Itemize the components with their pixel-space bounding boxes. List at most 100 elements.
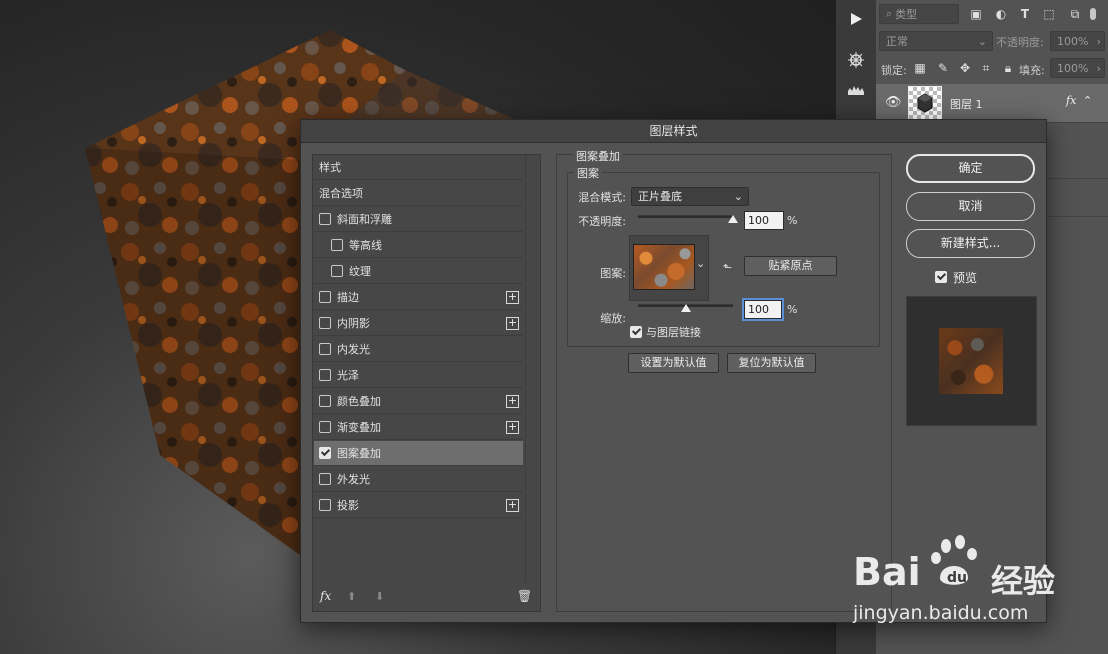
play-icon[interactable] <box>842 6 870 32</box>
style-item-label: 混合选项 <box>319 187 363 200</box>
style-item-checkbox[interactable] <box>319 499 331 511</box>
new-style-button[interactable]: 新建样式... <box>906 229 1035 258</box>
style-item-6[interactable]: 内阴影 + <box>314 311 523 336</box>
style-item-checkbox[interactable] <box>319 395 331 407</box>
style-item-label: 颜色叠加 <box>337 395 381 408</box>
chevron-down-icon: › <box>1096 61 1101 75</box>
lock-transparent-icon[interactable]: ▦ <box>913 61 927 75</box>
style-item-label: 等高线 <box>349 239 382 252</box>
fx-badge[interactable]: fx <box>1066 94 1076 107</box>
blend-mode-select[interactable]: 正片叠底 ⌄ <box>631 187 749 206</box>
preview-checkbox[interactable] <box>935 271 947 283</box>
style-list-scrollbar[interactable] <box>525 155 538 583</box>
add-effect-icon[interactable]: + <box>506 394 519 408</box>
cancel-button[interactable]: 取消 <box>906 192 1035 221</box>
lock-brush-icon[interactable]: ✎ <box>936 61 950 75</box>
kind-filter-dropdown[interactable]: ⌕ 类型 <box>879 4 959 24</box>
move-down-icon[interactable]: ⬇︎ <box>375 590 384 603</box>
search-icon: ⌕ <box>886 7 893 20</box>
type-filter-icon[interactable]: T <box>1018 7 1032 21</box>
style-item-12[interactable]: 外发光 <box>314 467 523 492</box>
style-item-label: 渐变叠加 <box>337 421 381 434</box>
add-effect-icon[interactable]: + <box>506 420 519 434</box>
lock-position-icon[interactable]: ✥ <box>958 61 972 75</box>
section-title: 图案叠加 <box>573 148 623 164</box>
baidu-jingyan-watermark: Bai du 经验 jingyan.baidu.com <box>848 532 1108 632</box>
eye-icon[interactable]: 👁︎ <box>885 95 902 110</box>
move-up-icon[interactable]: ⬆︎ <box>347 590 356 603</box>
scale-label: 缩放: <box>600 312 626 325</box>
style-item-7[interactable]: 内发光 <box>314 337 523 362</box>
scale-input[interactable]: 100 <box>742 298 784 321</box>
pixel-filter-icon[interactable]: ▣ <box>969 7 983 21</box>
chevron-up-icon[interactable]: ⌃ <box>1083 94 1092 107</box>
pattern-label: 图案: <box>600 267 626 280</box>
add-effect-icon[interactable]: + <box>506 316 519 330</box>
watermark-url: jingyan.baidu.com <box>853 602 1029 624</box>
style-item-checkbox[interactable] <box>319 291 331 303</box>
style-item-10[interactable]: 渐变叠加 + <box>314 415 523 440</box>
filter-toggle[interactable] <box>1090 7 1096 21</box>
opacity-slider[interactable] <box>638 215 733 218</box>
style-item-checkbox[interactable] <box>319 317 331 329</box>
trash-icon[interactable]: 🗑︎ <box>517 589 532 603</box>
histogram-icon[interactable] <box>842 76 870 102</box>
navigator-icon[interactable] <box>842 47 870 73</box>
style-item-13[interactable]: 投影 + <box>314 493 523 518</box>
scale-unit: % <box>787 303 798 316</box>
layer-row[interactable]: 👁︎ 图层 1 fx ⌃ <box>876 84 1108 122</box>
style-item-checkbox[interactable] <box>319 369 331 381</box>
style-item-11[interactable]: 图案叠加 <box>314 441 523 466</box>
lock-label: 锁定: <box>881 64 907 77</box>
style-item-0[interactable]: 样式 <box>314 155 523 180</box>
style-item-4[interactable]: 纹理 <box>314 259 523 284</box>
group-title: 图案 <box>574 165 602 181</box>
add-effect-icon[interactable]: + <box>506 290 519 304</box>
style-list: 样式混合选项斜面和浮雕等高线纹理 描边 + 内阴影 + 内发光 光泽颜色叠加 + 渐变叠加 + 图案… <box>312 154 541 612</box>
pattern-swatch <box>633 244 695 290</box>
ok-button[interactable]: 确定 <box>906 154 1035 183</box>
reset-default-button[interactable]: 复位为默认值 <box>727 353 816 373</box>
style-item-checkbox[interactable] <box>319 213 331 225</box>
style-item-9[interactable]: 颜色叠加 + <box>314 389 523 414</box>
shape-filter-icon[interactable]: ⬚ <box>1042 7 1056 21</box>
style-item-checkbox[interactable] <box>319 343 331 355</box>
layer-thumbnail <box>908 86 942 120</box>
style-item-checkbox[interactable] <box>319 421 331 433</box>
style-item-8[interactable]: 光泽 <box>314 363 523 388</box>
style-item-checkbox[interactable] <box>319 447 331 459</box>
smart-object-filter-icon[interactable]: ⧉ <box>1068 7 1082 21</box>
style-item-3[interactable]: 等高线 <box>314 233 523 258</box>
make-default-button[interactable]: 设置为默认值 <box>628 353 719 373</box>
lock-all-icon[interactable]: 🔒︎ <box>1001 61 1015 75</box>
style-item-1[interactable]: 混合选项 <box>314 181 523 206</box>
opacity-input[interactable]: 100 <box>744 211 784 230</box>
link-with-layer-checkbox[interactable] <box>630 326 642 338</box>
fx-menu-button[interactable]: fx <box>320 589 331 603</box>
blend-mode-dropdown[interactable]: 正常 ⌄ <box>879 31 993 51</box>
chevron-down-icon[interactable]: ⌄ <box>696 257 705 270</box>
pattern-picker[interactable]: ⌄ <box>629 235 709 301</box>
lock-artboard-icon[interactable]: ⌗ <box>979 61 993 75</box>
chevron-down-icon: ⌄ <box>733 190 743 203</box>
layer-name[interactable]: 图层 1 <box>950 96 983 112</box>
watermark-brand-tail: 经验 <box>991 562 1056 600</box>
add-effect-icon[interactable]: + <box>506 498 519 512</box>
style-item-2[interactable]: 斜面和浮雕 <box>314 207 523 232</box>
scale-slider-thumb[interactable] <box>680 304 691 312</box>
style-item-checkbox[interactable] <box>331 265 343 277</box>
style-item-5[interactable]: 描边 + <box>314 285 523 310</box>
adjustment-filter-icon[interactable]: ◐ <box>994 7 1008 21</box>
snap-to-origin-button[interactable]: 贴紧原点 <box>744 256 837 276</box>
layer-fill-field[interactable]: 100% › <box>1050 58 1105 78</box>
pattern-overlay-panel: 图案叠加 图案 混合模式: 正片叠底 ⌄ 不透明度: 100 % 图案: ⌄ ⬑… <box>556 148 892 612</box>
opacity-slider-thumb[interactable] <box>728 215 738 223</box>
chevron-down-icon: ⌄ <box>977 34 987 48</box>
dialog-title[interactable]: 图层样式 <box>301 120 1046 143</box>
layer-opacity-field[interactable]: 100% › <box>1050 31 1105 51</box>
style-preview <box>906 296 1037 426</box>
new-preset-icon[interactable]: ⬑ <box>723 261 732 274</box>
style-item-label: 投影 <box>337 499 359 512</box>
style-item-checkbox[interactable] <box>331 239 343 251</box>
style-item-checkbox[interactable] <box>319 473 331 485</box>
